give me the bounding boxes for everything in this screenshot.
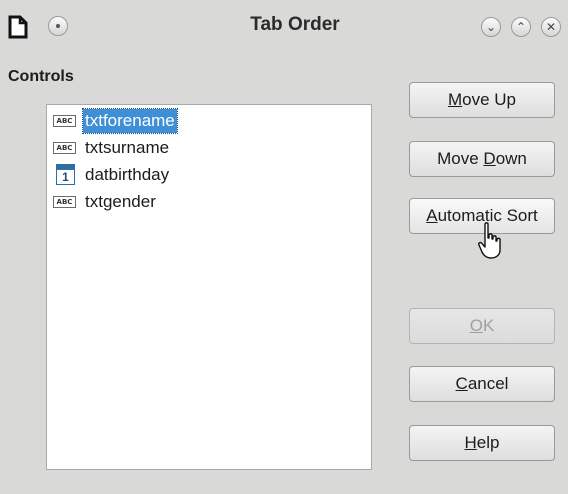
button-label: ancel (467, 374, 509, 393)
help-button[interactable]: Help (409, 425, 555, 461)
button-label: elp (476, 433, 500, 452)
text-field-icon: ABC (53, 142, 76, 154)
button-label: K (482, 316, 495, 335)
text-field-icon: ABC (53, 196, 76, 208)
mnemonic: D (483, 149, 496, 168)
move-up-button[interactable]: Move Up (409, 82, 555, 118)
button-label: Move (437, 149, 484, 168)
list-item[interactable]: ABC txtgender (53, 190, 353, 214)
close-button[interactable]: ✕ (541, 17, 561, 37)
mnemonic: H (464, 433, 477, 452)
mnemonic: O (469, 316, 483, 335)
list-item-label: txtgender (85, 192, 156, 211)
title-bar: Tab Order ⌄ ⌃ ✕ (0, 0, 568, 58)
list-item-label: txtforename (82, 108, 178, 134)
mnemonic: A (426, 206, 438, 225)
controls-list[interactable]: ABC txtforename ABC txtsurname 1 datbirt… (46, 104, 372, 470)
calendar-day-number: 1 (62, 170, 69, 184)
list-item-label: datbirthday (85, 165, 170, 184)
close-icon: ✕ (545, 20, 557, 34)
ok-button[interactable]: OK (409, 308, 555, 344)
mnemonic: M (447, 90, 463, 109)
chevron-up-icon: ⌃ (515, 20, 527, 34)
list-item[interactable]: 1 datbirthday (53, 163, 353, 187)
button-label: own (495, 149, 527, 168)
controls-heading: Controls (8, 68, 74, 85)
date-field-icon: 1 (56, 164, 75, 185)
button-label: ove Up (462, 90, 517, 109)
list-item-label: txtsurname (85, 138, 170, 157)
mnemonic: C (455, 374, 468, 393)
minimize-button[interactable]: ⌄ (481, 17, 501, 37)
cancel-button[interactable]: Cancel (409, 366, 555, 402)
list-item[interactable]: ABC txtsurname (53, 136, 353, 160)
text-field-icon: ABC (53, 115, 76, 127)
hand-cursor-icon (478, 222, 501, 259)
list-item[interactable]: ABC txtforename (53, 108, 353, 134)
maximize-button[interactable]: ⌃ (511, 17, 531, 37)
chevron-down-icon: ⌄ (485, 20, 497, 34)
move-down-button[interactable]: Move Down (409, 141, 555, 177)
